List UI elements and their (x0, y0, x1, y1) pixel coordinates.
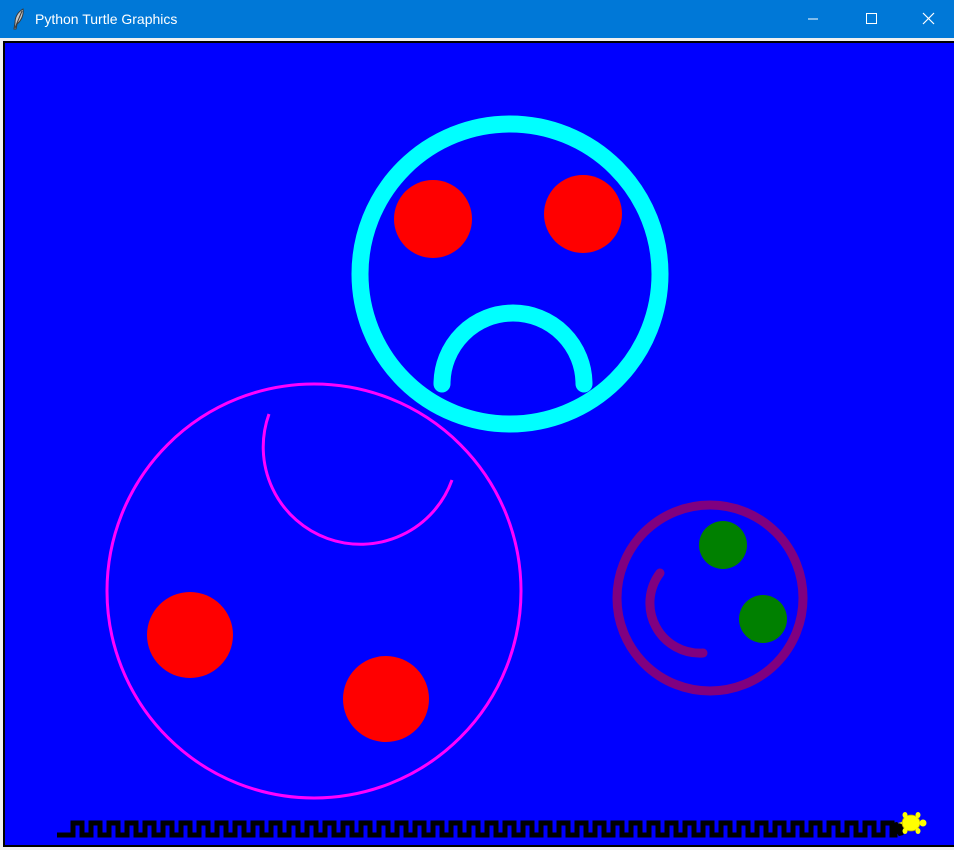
purple-face-top-eye (699, 521, 747, 569)
square-wave-border (57, 820, 904, 838)
turtle-leg-back-bottom (902, 828, 908, 834)
turtle-leg-back-top (902, 812, 908, 818)
magenta-face-left-eye (147, 592, 233, 678)
maximize-icon (866, 13, 877, 24)
canvas-border (3, 41, 954, 847)
sad-face-left-eye (394, 180, 472, 258)
title-bar[interactable]: Python Turtle Graphics (0, 0, 954, 38)
magenta-face (105, 382, 523, 800)
purple-face (612, 500, 808, 696)
minimize-button[interactable] (784, 0, 842, 38)
purple-face-right-eye (739, 595, 787, 643)
maximize-button[interactable] (842, 0, 900, 38)
turtle-head (919, 819, 927, 827)
magenta-face-right-eye (343, 656, 429, 742)
minimize-icon (808, 18, 818, 20)
turtle-drawing (57, 115, 927, 838)
sad-face (351, 115, 669, 433)
close-icon (922, 12, 935, 25)
magenta-face-outline (105, 382, 523, 800)
window-title: Python Turtle Graphics (35, 11, 178, 27)
turtle-window: Python Turtle Graphics (0, 0, 954, 850)
sad-face-frown (433, 304, 593, 393)
purple-face-smile (645, 568, 708, 658)
turtle-leg-front-top (915, 812, 921, 818)
sad-face-right-eye (544, 175, 622, 253)
close-button[interactable] (900, 0, 954, 38)
sad-face-outline (351, 115, 669, 433)
magenta-face-smile (261, 413, 454, 546)
feather-icon (12, 8, 26, 30)
turtle-canvas[interactable] (5, 43, 954, 845)
turtle-leg-front-bottom (915, 828, 921, 834)
